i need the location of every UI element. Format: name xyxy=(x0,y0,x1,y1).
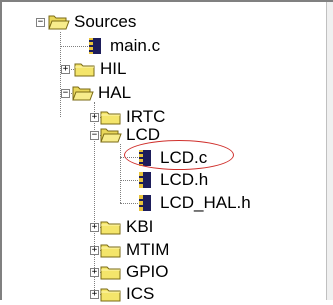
expand-toggle-kbi[interactable]: + xyxy=(90,223,99,232)
tree-node-gpio[interactable]: GPIO xyxy=(100,261,171,283)
collapse-toggle-hal[interactable]: − xyxy=(61,89,70,98)
expand-toggle-ics[interactable]: + xyxy=(90,290,99,299)
folder-icon xyxy=(74,60,96,78)
tree-node-label: HIL xyxy=(100,59,127,78)
folder-icon xyxy=(100,241,122,259)
tree-node-label: LCD.c xyxy=(158,148,210,168)
tree-connector xyxy=(120,144,121,203)
tree-node-label: LCD xyxy=(126,125,161,144)
tree-node-label: GPIO xyxy=(126,262,169,281)
collapse-toggle-lcd[interactable]: − xyxy=(90,131,99,140)
tree-connector xyxy=(60,32,61,117)
folder-icon xyxy=(100,285,122,303)
folder-icon xyxy=(100,263,122,281)
tree-node-hal[interactable]: HAL xyxy=(72,82,133,104)
tree-node-label: LCD.h xyxy=(160,170,209,189)
tree-node-label: KBI xyxy=(126,217,154,236)
expand-toggle-mtim[interactable]: + xyxy=(90,246,99,255)
tree-node-label: HAL xyxy=(98,83,132,102)
open-folder-icon xyxy=(48,13,70,31)
tree-node-label: main.c xyxy=(110,36,161,55)
tree-node-label: LCD_HAL.h xyxy=(160,193,251,212)
expand-toggle-gpio[interactable]: + xyxy=(90,268,99,277)
tree-node-sources[interactable]: Sources xyxy=(48,11,138,33)
open-folder-icon xyxy=(100,126,122,144)
open-folder-icon xyxy=(72,84,94,102)
tree-node-lcd-c[interactable]: LCD.c xyxy=(134,147,210,169)
expand-toggle-irtc[interactable]: + xyxy=(90,113,99,122)
tree-node-mtim[interactable]: MTIM xyxy=(100,239,171,261)
source-tree: − + − + − + + + + Sources main.c HIL HAL… xyxy=(0,0,333,303)
tree-node-ics[interactable]: ICS xyxy=(100,283,156,305)
source-file-icon xyxy=(134,149,156,167)
tree-node-label: ICS xyxy=(126,284,155,303)
tree-node-lcd[interactable]: LCD xyxy=(100,124,162,146)
folder-icon xyxy=(100,218,122,236)
tree-node-label: Sources xyxy=(74,12,137,31)
tree-node-label: MTIM xyxy=(126,240,170,259)
expand-toggle-hil[interactable]: + xyxy=(61,65,70,74)
tree-node-main-c[interactable]: main.c xyxy=(84,35,162,57)
tree-node-hil[interactable]: HIL xyxy=(74,58,128,80)
collapse-toggle-sources[interactable]: − xyxy=(36,18,45,27)
source-file-icon xyxy=(84,37,106,55)
tree-node-kbi[interactable]: KBI xyxy=(100,216,155,238)
tree-node-lcd-hal-h[interactable]: LCD_HAL.h xyxy=(134,192,253,214)
header-file-icon xyxy=(134,171,156,189)
tree-node-lcd-h[interactable]: LCD.h xyxy=(134,169,210,191)
header-file-icon xyxy=(134,194,156,212)
